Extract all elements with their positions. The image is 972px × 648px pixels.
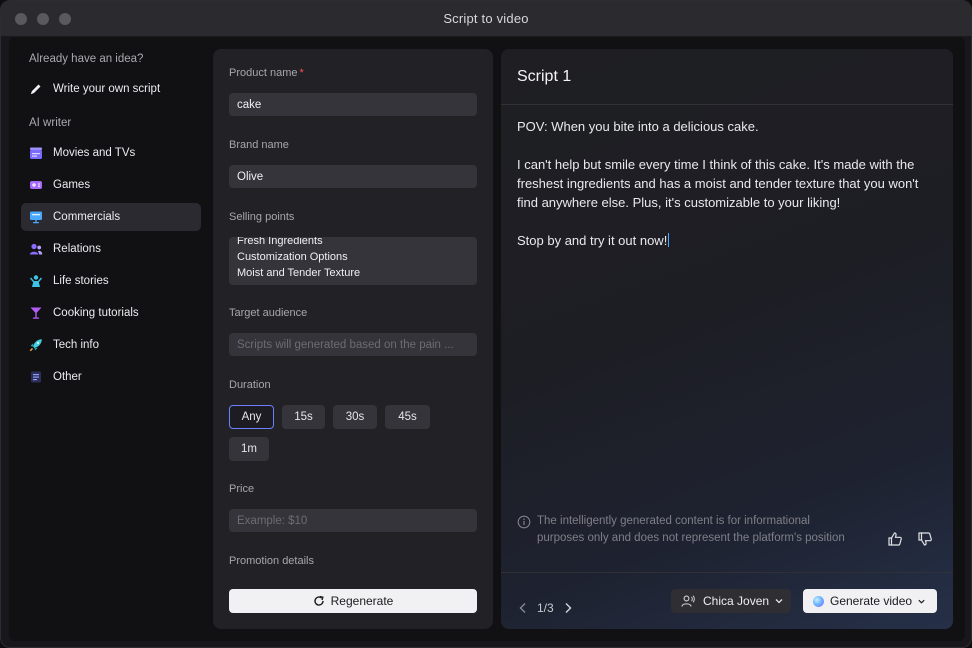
sidebar-item-life-stories[interactable]: Life stories — [21, 267, 201, 295]
cocktail-icon — [29, 306, 43, 320]
regenerate-label: Regenerate — [330, 594, 394, 608]
regenerate-button[interactable]: Regenerate — [229, 589, 477, 613]
clapperboard-icon — [29, 146, 43, 160]
generate-video-button[interactable]: Generate video — [803, 589, 937, 613]
generate-orb-icon — [813, 595, 824, 607]
sidebar-item-label: Games — [53, 179, 91, 191]
info-icon — [517, 515, 531, 529]
sidebar-item-commercials[interactable]: Commercials — [21, 203, 201, 231]
sidebar-item-movies-and-tvs[interactable]: Movies and TVs — [21, 139, 201, 167]
window-title: Script to video — [443, 11, 529, 26]
required-mark: * — [299, 67, 304, 79]
price-input[interactable]: Example: $10 — [229, 509, 477, 532]
voice-select-button[interactable]: Chica Joven — [671, 589, 791, 613]
list-icon — [29, 370, 43, 384]
disclaimer-text: The intelligently generated content is f… — [537, 515, 845, 544]
brand-name-input[interactable]: Olive — [229, 165, 477, 188]
product-name-label: Product name * — [229, 67, 304, 79]
title-divider — [501, 104, 953, 105]
selling-point-line: Fresh Ingredients — [237, 237, 323, 247]
sidebar-item-cooking-tutorials[interactable]: Cooking tutorials — [21, 299, 201, 327]
sidebar-item-write-own-script[interactable]: Write your own script — [21, 75, 201, 103]
sidebar-item-label: Commercials — [53, 211, 121, 223]
voice-person-icon — [681, 595, 695, 607]
script-paragraph: POV: When you bite into a delicious cake… — [517, 119, 759, 134]
selling-point-line: Customization Options — [237, 251, 348, 263]
sidebar-item-label: Relations — [53, 243, 101, 255]
sidebar-item-relations[interactable]: Relations — [21, 235, 201, 263]
text-caret — [668, 233, 670, 247]
duration-option-15s[interactable]: 15s — [282, 405, 325, 429]
main-content: Already have an idea? Write your own scr… — [9, 37, 965, 641]
target-audience-input[interactable]: Scripts will generated based on the pain… — [229, 333, 477, 356]
duration-label: Duration — [229, 379, 271, 391]
script-paragraph: I can't help but smile every time I thin… — [517, 157, 919, 210]
voice-label: Chica Joven — [703, 594, 770, 608]
sidebar-item-other[interactable]: Other — [21, 363, 201, 391]
sidebar-heading-idea: Already have an idea? — [29, 53, 144, 65]
duration-option-30s[interactable]: 30s — [333, 405, 377, 429]
gamepad-icon — [29, 178, 43, 192]
sidebar-item-label: Cooking tutorials — [53, 307, 139, 319]
chevron-down-icon — [918, 599, 925, 604]
duration-option-45s[interactable]: 45s — [385, 405, 430, 429]
title-bar: Script to video — [1, 1, 971, 37]
person-wave-icon — [29, 274, 43, 288]
sidebar-item-label: Movies and TVs — [53, 147, 136, 159]
sidebar-heading-ai-writer: AI writer — [29, 117, 72, 129]
thumbs-up-icon[interactable] — [887, 531, 903, 547]
monitor-icon — [29, 210, 43, 224]
footer-divider — [501, 572, 953, 573]
script-title: Script 1 — [517, 68, 572, 85]
selling-point-line: Moist and Tender Texture — [237, 267, 361, 279]
product-name-input[interactable]: cake — [229, 93, 477, 116]
price-label: Price — [229, 483, 255, 495]
sidebar-item-games[interactable]: Games — [21, 171, 201, 199]
duration-option-any[interactable]: Any — [229, 405, 274, 429]
target-audience-label: Target audience — [229, 307, 308, 319]
rocket-icon — [29, 338, 43, 352]
duration-option-1m[interactable]: 1m — [229, 437, 269, 461]
brand-name-label: Brand name — [229, 139, 289, 151]
script-form-panel: Product name * cake Brand name Olive Sell… — [213, 49, 493, 629]
sidebar-item-label: Write your own script — [53, 83, 161, 95]
promotion-details-label: Promotion details — [229, 555, 314, 567]
app-window: Script to video Already have an idea? Wr… — [0, 0, 972, 648]
script-editor[interactable]: POV: When you bite into a delicious cake… — [517, 117, 937, 269]
chevron-left-icon[interactable] — [517, 602, 529, 614]
thumbs-down-icon[interactable] — [917, 531, 933, 547]
selling-points-label: Selling points — [229, 211, 295, 223]
page-indicator: 1/3 — [537, 601, 554, 615]
sidebar-item-label: Life stories — [53, 275, 109, 287]
script-preview-panel: Script 1 POV: When you bite into a delic… — [501, 49, 953, 629]
chevron-right-icon[interactable] — [562, 602, 574, 614]
pencil-icon — [29, 82, 43, 96]
selling-points-textarea[interactable]: Fresh Ingredients Customization Options … — [229, 237, 477, 285]
people-icon — [29, 242, 43, 256]
disclaimer: The intelligently generated content is f… — [517, 513, 857, 547]
sidebar-item-tech-info[interactable]: Tech info — [21, 331, 201, 359]
sidebar: Already have an idea? Write your own scr… — [21, 49, 201, 395]
script-pager: 1/3 — [517, 601, 574, 615]
sidebar-item-label: Tech info — [53, 339, 100, 351]
generate-video-label: Generate video — [830, 594, 913, 608]
chevron-down-icon — [775, 599, 783, 604]
script-paragraph: Stop by and try it out now! — [517, 233, 670, 248]
refresh-icon — [313, 595, 324, 606]
sidebar-item-label: Other — [53, 371, 82, 383]
